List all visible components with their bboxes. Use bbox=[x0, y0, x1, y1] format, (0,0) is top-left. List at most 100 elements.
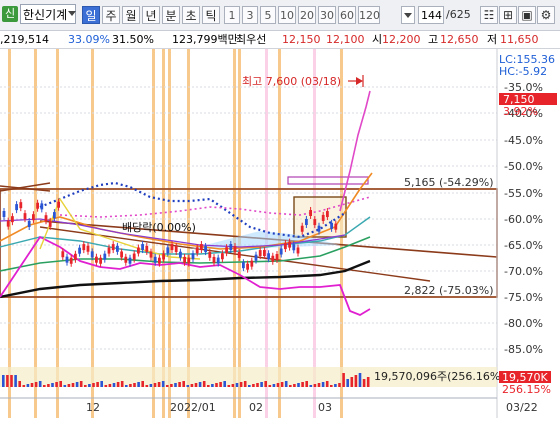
y-tick-label: -80.0% bbox=[504, 317, 543, 330]
chevron-down-icon[interactable] bbox=[404, 13, 412, 18]
volume-bar bbox=[256, 383, 259, 387]
volume-bar bbox=[313, 384, 317, 387]
volume-bar bbox=[194, 383, 198, 387]
volume-bar bbox=[88, 384, 91, 387]
interval-5-button[interactable]: 5 bbox=[260, 6, 276, 24]
candle-body bbox=[23, 213, 27, 220]
candle-body bbox=[78, 247, 81, 254]
volume-bar bbox=[149, 384, 153, 387]
period-week-button[interactable]: 주 bbox=[102, 6, 120, 24]
candle-body bbox=[237, 251, 241, 258]
volume-bar bbox=[223, 381, 226, 387]
count-total: /625 bbox=[446, 8, 471, 21]
volume-bar bbox=[67, 384, 71, 387]
candle-body bbox=[11, 216, 14, 223]
y-tick-label: -55.0% bbox=[504, 187, 543, 200]
volume-bar bbox=[239, 382, 243, 387]
candle-body bbox=[300, 225, 304, 232]
volume-bar bbox=[198, 382, 202, 387]
candle-body bbox=[216, 257, 220, 264]
indicator-icon[interactable]: ☷ bbox=[480, 6, 498, 24]
interval-1-button[interactable]: 1 bbox=[224, 6, 240, 24]
candle-body bbox=[296, 247, 300, 254]
chevron-down-icon[interactable] bbox=[68, 11, 76, 16]
volume-bar bbox=[219, 382, 222, 387]
volume-bar bbox=[108, 384, 112, 387]
dividend-label: 배당락(0.00%) bbox=[122, 221, 196, 234]
candle-body bbox=[263, 249, 266, 256]
candle-body bbox=[103, 253, 107, 260]
interval-3-button[interactable]: 3 bbox=[242, 6, 258, 24]
volume-bar bbox=[125, 385, 128, 387]
period-tick-button[interactable]: 틱 bbox=[202, 6, 220, 24]
volume-bar bbox=[338, 383, 341, 387]
candle-body bbox=[128, 257, 132, 264]
volume-bar bbox=[252, 384, 255, 387]
candle-body bbox=[305, 218, 308, 225]
volume-bar bbox=[321, 382, 325, 387]
candle-body bbox=[191, 253, 195, 260]
volume-bar bbox=[231, 384, 235, 387]
candle-body bbox=[229, 244, 233, 251]
candle-body bbox=[162, 253, 165, 260]
candle-body bbox=[242, 262, 245, 269]
volume-bar bbox=[79, 381, 83, 387]
volume-bar bbox=[30, 383, 34, 387]
candle-body bbox=[141, 244, 144, 251]
chart-toolbar: 신 한신기계 일 주 월 년 분 초 틱 1 3 5 10 20 30 60 1… bbox=[0, 0, 560, 31]
period-year-button[interactable]: 년 bbox=[142, 6, 160, 24]
volume-bar bbox=[301, 382, 304, 387]
candle-body bbox=[195, 247, 199, 254]
volume-bar bbox=[248, 385, 251, 387]
low-price: 11,650 bbox=[500, 33, 539, 46]
interval-120-button[interactable]: 120 bbox=[358, 6, 380, 24]
high-annotation: 최고 7,600 (03/18) bbox=[242, 75, 341, 88]
candle-body bbox=[183, 256, 186, 263]
volume-bar bbox=[297, 383, 300, 387]
volume-bar bbox=[280, 382, 284, 387]
stock-chart[interactable]: 배당락(0.00%) 최고 7,600 (03/18) 5,165 (-54.2… bbox=[0, 49, 560, 418]
plot-background bbox=[0, 49, 497, 418]
interval-20-button[interactable]: 20 bbox=[298, 6, 316, 24]
candle-body bbox=[74, 253, 77, 260]
change-rate-b: 31.50% bbox=[112, 33, 154, 46]
interval-30-button[interactable]: 30 bbox=[318, 6, 336, 24]
dividend-label-group: 배당락(0.00%) bbox=[122, 221, 196, 234]
volume-bar bbox=[272, 384, 276, 387]
candle-body bbox=[170, 244, 174, 251]
period-day-button[interactable]: 일 bbox=[82, 6, 100, 24]
volume-bar bbox=[202, 381, 206, 387]
candle-body bbox=[27, 220, 31, 227]
candle-body bbox=[53, 212, 56, 219]
y-tick-label: -85.0% bbox=[504, 343, 543, 356]
open-label: 시 bbox=[372, 33, 383, 46]
candle-body bbox=[61, 251, 65, 258]
period-minute-button[interactable]: 분 bbox=[162, 6, 180, 24]
settings-icon[interactable]: ⚙ bbox=[537, 6, 555, 24]
interval-10-button[interactable]: 10 bbox=[278, 6, 296, 24]
period-second-button[interactable]: 초 bbox=[182, 6, 200, 24]
stock-market-badge: 신 bbox=[2, 6, 18, 22]
candle-body bbox=[116, 245, 119, 252]
count-input[interactable]: 144 bbox=[418, 6, 444, 24]
volume-bar bbox=[350, 377, 354, 387]
grid-icon[interactable]: ⊞ bbox=[499, 6, 517, 24]
candle-body bbox=[82, 244, 86, 251]
volume-bar bbox=[55, 382, 58, 387]
volume-bar bbox=[137, 382, 140, 387]
y-tick-label: -45.0% bbox=[504, 134, 543, 147]
interval-60-button[interactable]: 60 bbox=[338, 6, 356, 24]
candle-body bbox=[95, 256, 98, 263]
volume-bar bbox=[309, 385, 313, 387]
volume-bar bbox=[26, 384, 30, 387]
trade-amount: 123,799백만 bbox=[172, 33, 238, 46]
candle-body bbox=[32, 214, 35, 221]
price-info-bar: ,219,514 33.09% 31.50% 123,799백만 최우선 12,… bbox=[0, 31, 560, 49]
period-month-button[interactable]: 월 bbox=[122, 6, 140, 24]
volume-bar bbox=[129, 384, 132, 387]
priority-label: 최우선 bbox=[236, 33, 267, 46]
volume-bar bbox=[235, 383, 239, 387]
save-icon[interactable]: ▣ bbox=[518, 6, 536, 24]
volume-bar bbox=[293, 384, 296, 387]
candle-body bbox=[166, 247, 170, 254]
